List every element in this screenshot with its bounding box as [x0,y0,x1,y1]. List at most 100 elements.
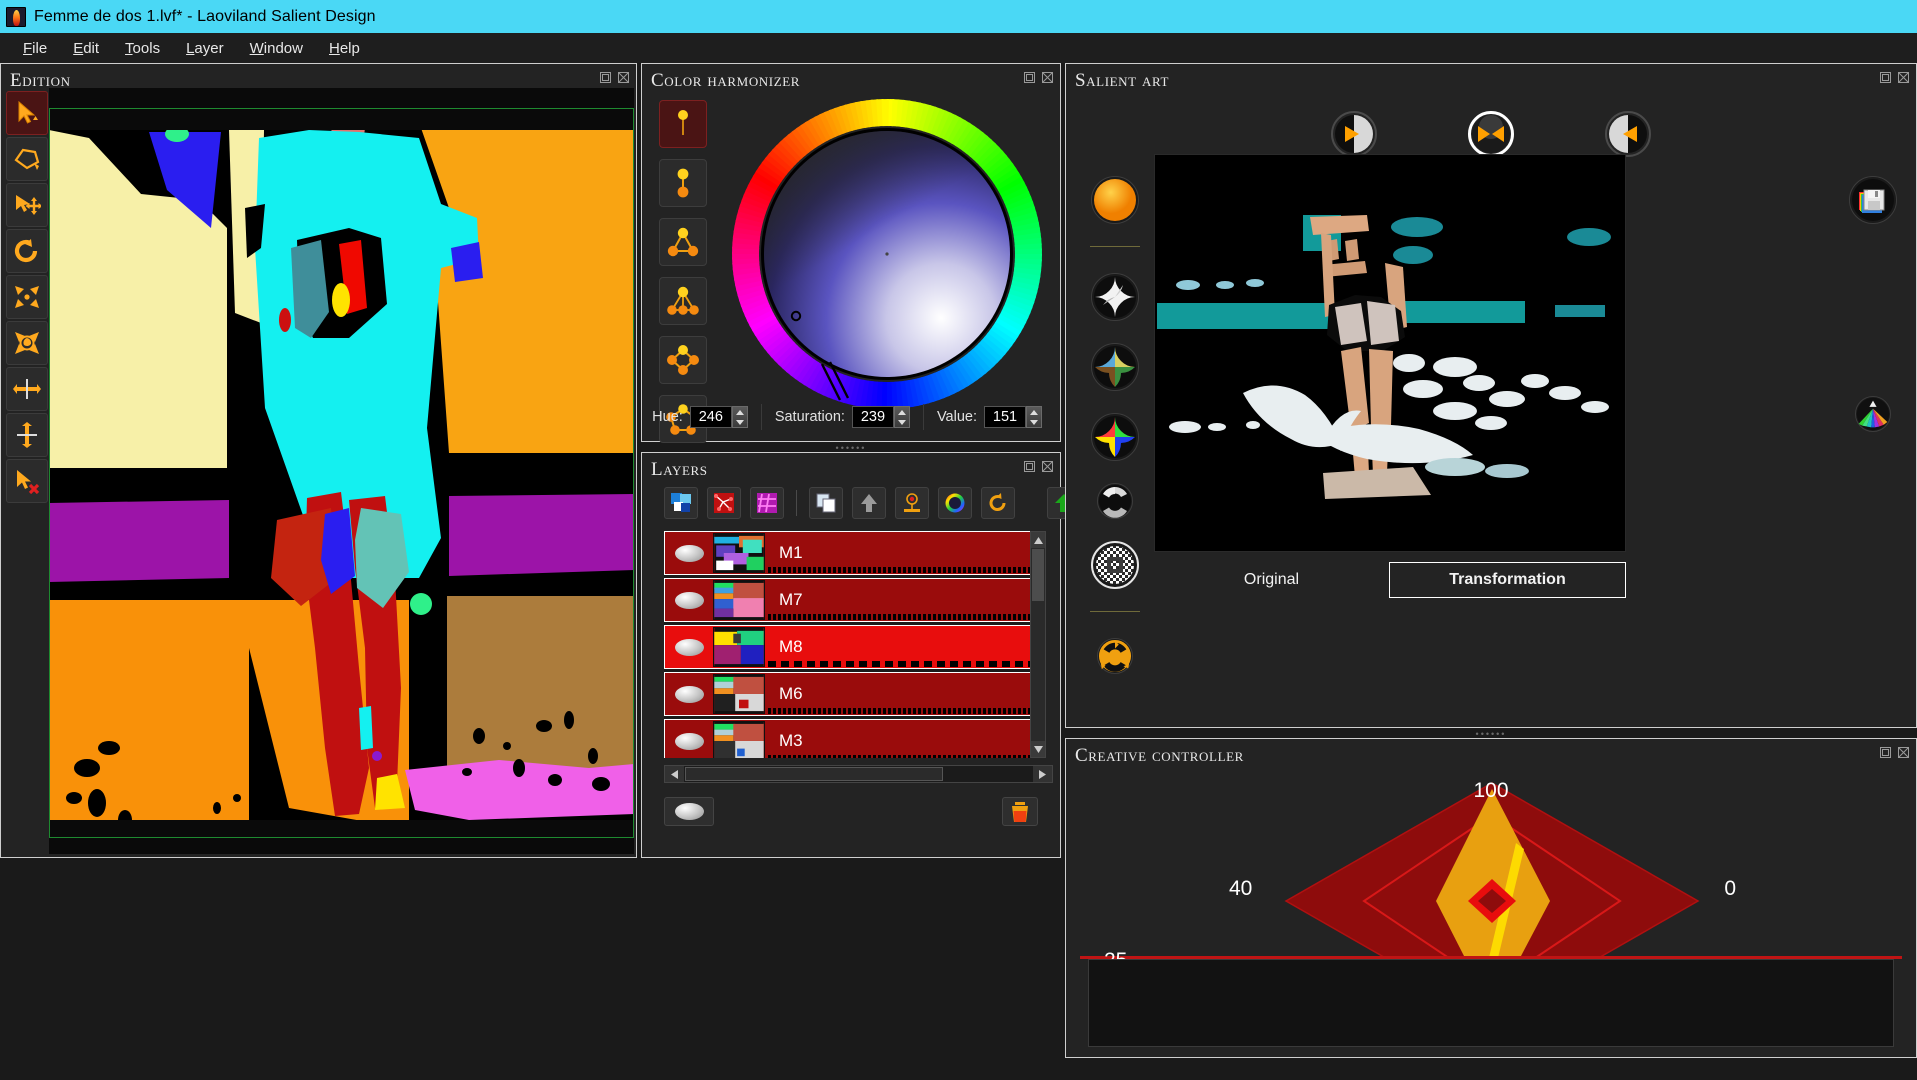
close-icon[interactable] [1041,71,1054,84]
menu-file[interactable]: File [10,37,60,60]
close-icon[interactable] [1897,71,1910,84]
split-complementary-harmony[interactable] [659,277,707,325]
visibility-ellipse-icon [674,591,704,609]
checkerboard-button[interactable] [1091,541,1139,589]
edition-canvas[interactable] [49,88,634,854]
creative-panel-title: Creative controller [1075,745,1244,766]
vivid-color-star-button[interactable] [1091,413,1139,461]
salient-mode-buttons [1066,108,1916,160]
layer-visibility-toggle[interactable] [665,638,713,656]
layer-list-horizontal-scrollbar[interactable] [664,765,1053,783]
close-icon[interactable] [1897,746,1910,759]
menu-window[interactable]: Window [237,37,316,60]
creative-panel-grip[interactable]: •••••• [1476,730,1507,739]
layers-panel-grip[interactable]: •••••• [836,444,867,453]
layers-toolbar [664,487,1124,519]
luminance-circle-button[interactable] [1091,176,1139,224]
menu-tools[interactable]: Tools [112,37,173,60]
restore-icon[interactable] [1023,460,1036,473]
save-image-button[interactable] [1849,176,1897,224]
new-layer-button[interactable] [664,487,698,519]
close-icon[interactable] [617,71,630,84]
color-wheel[interactable] [727,94,1047,414]
duplicate-layer-button[interactable] [809,487,843,519]
select-tool[interactable] [6,91,48,135]
restore-icon[interactable] [599,71,612,84]
scale-tool[interactable] [6,275,48,319]
tetrad-harmony[interactable] [659,336,707,384]
restore-icon[interactable] [1023,71,1036,84]
layer-name: M3 [779,731,803,750]
restore-icon[interactable] [1879,71,1892,84]
color-fan-button[interactable] [1855,396,1891,432]
close-icon[interactable] [1041,460,1054,473]
mode-left-half[interactable] [1331,111,1377,157]
creative-radar-chart[interactable]: 100 40 0 48 25 [1080,771,1902,1047]
add-layer-button[interactable] [664,797,714,826]
radar-label-right: 0 [1724,877,1736,900]
tab-transformation[interactable]: Transformation [1389,562,1626,598]
menu-help[interactable]: Help [316,37,373,60]
menu-layer[interactable]: Layer [173,37,237,60]
table-row[interactable]: M3 [664,719,1037,758]
value-stepper[interactable] [1026,406,1042,428]
salient-preview-image[interactable] [1154,154,1626,552]
layer-visibility-toggle[interactable] [665,685,713,703]
table-row[interactable]: M1 [664,531,1037,575]
scroll-up-icon[interactable] [1031,532,1045,548]
grid-layer-button[interactable] [750,487,784,519]
menu-edit[interactable]: Edit [60,37,112,60]
mode-bowtie[interactable] [1468,111,1514,157]
layer-visibility-toggle[interactable] [665,544,713,562]
scrollbar-thumb[interactable] [1032,549,1044,601]
radar-label-top: 100 [1473,779,1509,802]
layer-list-vertical-scrollbar[interactable] [1030,531,1046,758]
muted-color-star-button[interactable] [1091,343,1139,391]
hscrollbar-thumb[interactable] [685,767,943,781]
deform-tool[interactable] [6,321,48,365]
lasso-polygon-tool[interactable] [6,137,48,181]
saturation-stepper[interactable] [893,406,910,428]
flip-horizontal-tool[interactable] [6,367,48,411]
segment-layer-button[interactable] [707,487,741,519]
rotate-tool[interactable] [6,229,48,273]
orange-swirl-button[interactable] [1097,638,1133,674]
complementary-harmony[interactable] [659,159,707,207]
delete-layer-button[interactable] [1002,797,1038,826]
value-input[interactable]: 151 [984,406,1026,428]
table-row[interactable]: M8 [664,625,1037,669]
monochrome-harmony[interactable] [659,100,707,148]
restore-icon[interactable] [1879,746,1892,759]
grayscale-star-button[interactable] [1091,273,1139,321]
hue-control: Hue: 246 [639,404,762,430]
toolbar-divider [1090,611,1140,612]
anchor-layer-button[interactable] [895,487,929,519]
layer-visibility-toggle[interactable] [665,732,713,750]
hue-input[interactable]: 246 [689,406,732,428]
layer-visibility-toggle[interactable] [665,591,713,609]
grayscale-swirl-button[interactable] [1097,483,1133,519]
salient-panel-buttons [1879,71,1910,84]
color-layer-button[interactable] [938,487,972,519]
tab-original[interactable]: Original [1154,562,1389,598]
layer-thumbnail [713,580,765,620]
saturation-input[interactable]: 239 [851,406,894,428]
scroll-left-icon[interactable] [665,766,684,782]
mode-right-half[interactable] [1605,111,1651,157]
scroll-right-icon[interactable] [1033,766,1052,782]
layer-list[interactable]: M1 M7 M8 M6 M3 [664,531,1037,758]
merge-layers-button[interactable] [852,487,886,519]
flip-vertical-tool[interactable] [6,413,48,457]
creative-panel-buttons [1879,746,1910,759]
move-tool[interactable] [6,183,48,227]
delete-selection-tool[interactable] [6,459,48,503]
table-row[interactable]: M7 [664,578,1037,622]
creative-controller-panel: •••••• Creative controller 100 40 0 48 2… [1065,730,1917,1058]
value-label: Value: [936,409,977,425]
hue-stepper[interactable] [731,406,748,428]
table-row[interactable]: M6 [664,672,1037,716]
reset-layer-button[interactable] [981,487,1015,519]
triad-harmony[interactable] [659,218,707,266]
layer-opacity-dots [768,661,1037,667]
scroll-down-icon[interactable] [1031,741,1045,757]
